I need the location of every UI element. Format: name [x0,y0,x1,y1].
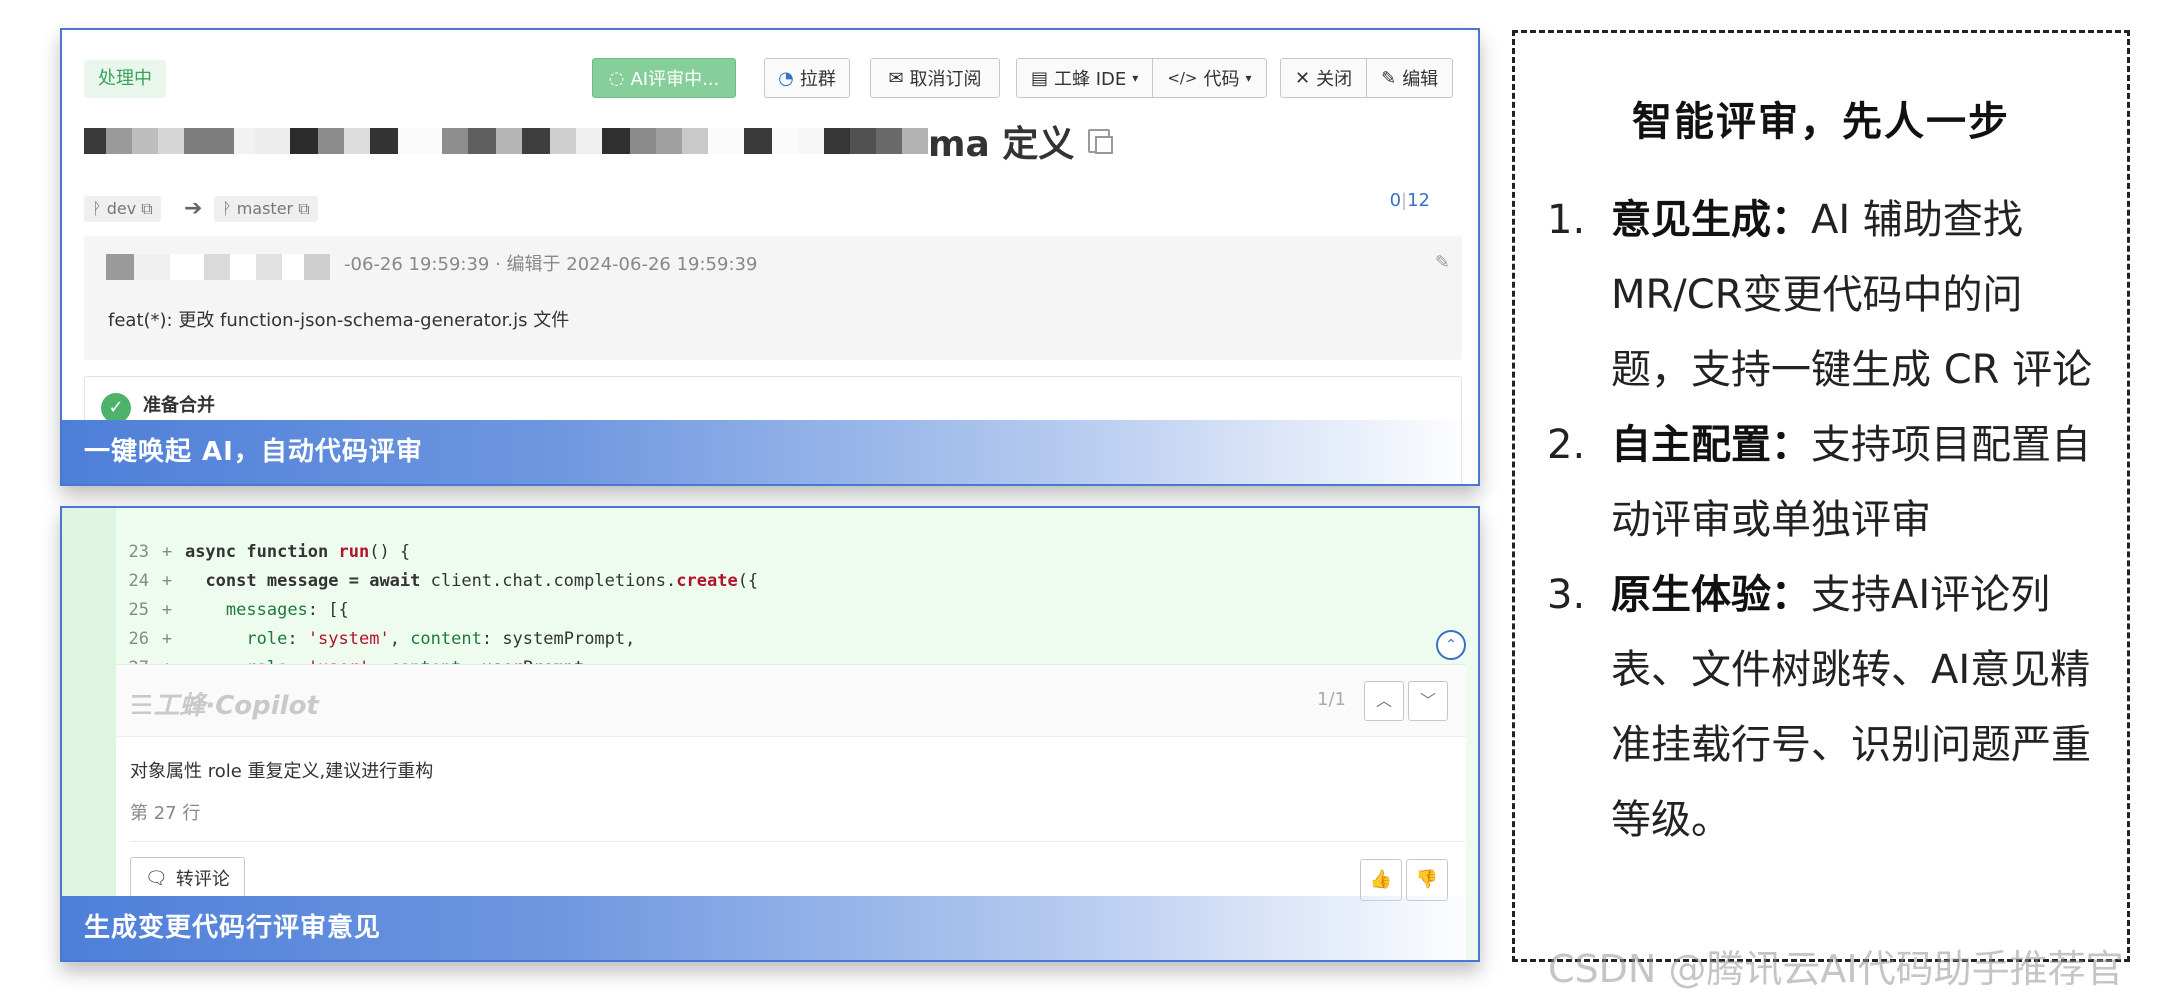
code-dropdown[interactable]: </> 代码 ▾ [1153,59,1265,97]
open-ide-dropdown[interactable]: ▤ 工蜂 IDE ▾ [1017,59,1154,97]
caret-down-icon: ▾ [1245,71,1252,85]
feature-title: 智能评审，先人一步 [1632,99,2010,145]
check-icon: ✓ [101,393,131,423]
divider [130,841,1466,842]
edit-icon[interactable]: ✎ [1435,252,1450,273]
thumbs-up-icon[interactable]: 👍 [1360,859,1402,901]
copilot-logo: ☰工蜂·Copilot [130,691,319,721]
chevron-up-icon[interactable]: ︿ [1364,681,1404,721]
caret-down-icon: ▾ [1132,71,1139,85]
feature-banner: 一键唤起 AI，自动代码评审 [62,420,1478,484]
edit-button[interactable]: ✎ 编辑 [1367,59,1452,97]
code-line: 25 + messages: [{ [128,600,349,620]
page-title: ma 定义 [84,116,1114,166]
unsubscribe-button[interactable]: ✉ 取消订阅 [870,58,1000,98]
chevron-down-icon[interactable]: ﹀ [1408,681,1448,721]
author-avatar [106,254,330,280]
create-group-button[interactable]: ◔ 拉群 [764,58,850,98]
code-icon: </> [1167,69,1198,87]
copilot-bot-icon[interactable]: ⌃ [1436,630,1466,660]
code-line: 27+ role: 'user', content: userPrompt [62,638,584,678]
close-edit-group: ✕ 关闭 ✎ 编辑 [1280,58,1454,98]
review-comment: 对象属性 role 重复定义,建议进行重构 [130,761,434,782]
feature-list: 1. 意见生成：AI 辅助查找 MR/CR变更代码中的问题，支持一键生成 CR 评… [1547,183,2097,858]
code-line: 23 + async function run() { [128,542,411,562]
arrow-right-icon: ➔ [184,196,203,221]
merge-title: 准备合并 [143,395,215,416]
merge-request-panel: 处理中 ◌ AI评审中... ◔ 拉群 ✉ 取消订阅 ▤ 工蜂 IDE ▾ </… [60,28,1480,486]
feature-description-box: 智能评审，先人一步 1. 意见生成：AI 辅助查找 MR/CR变更代码中的问题，支… [1512,30,2130,962]
close-button[interactable]: ✕ 关闭 [1281,59,1368,97]
convert-to-comment-button[interactable]: 🗨 转评论 [130,857,245,899]
review-pager: 1/1 [1317,689,1346,710]
ide-code-group: ▤ 工蜂 IDE ▾ </> 代码 ▾ [1016,58,1267,98]
review-line-number: 第 27 行 [130,803,201,824]
edit-icon: ✎ [1381,67,1397,89]
status-badge: 处理中 [84,60,166,98]
code-review-panel: 23 + async function run() { 24 + const mess… [60,506,1480,962]
review-header: ☰工蜂·Copilot 1/1 ︿ ﹀ [116,665,1466,737]
copy-icon[interactable] [1088,129,1114,154]
ai-review-button[interactable]: ◌ AI评审中... [592,58,736,98]
watermark: CSDN @腾讯云AI代码助手推荐官 [1548,947,2124,991]
source-branch[interactable]: ᚹ dev ⧉ [84,196,161,222]
timestamp: -06-26 19:59:39 · 编辑于 2024-06-26 19:59:3… [344,254,758,275]
code-line: 24 + const message = await client.chat.co… [128,571,759,591]
list-item: 2. 自主配置：支持项目配置自动评审或单独评审 [1547,422,2091,543]
copy-icon[interactable]: ⧉ [141,199,152,218]
ide-icon: ▤ [1031,67,1049,89]
comment-icon: 🗨 [145,867,168,889]
list-item: 3. 原生体验：支持AI评论列表、文件树跳转、AI意见精准挂载行号、识别问题严重等… [1547,572,2091,843]
thumbs-down-icon[interactable]: 👎 [1406,859,1448,901]
target-branch[interactable]: ᚹ master ⧉ [214,196,318,222]
title-text: ma 定义 [928,124,1075,165]
close-icon: ✕ [1295,67,1311,89]
mail-icon: ✉ [888,67,904,89]
code-line: 26 + role: 'system', content: systemPromp… [128,629,636,649]
copy-icon[interactable]: ⧉ [298,199,309,218]
spinner-icon: ◌ [608,67,625,89]
review-count[interactable]: 0|12 [1390,190,1430,211]
list-item: 1. 意见生成：AI 辅助查找 MR/CR变更代码中的问题，支持一键生成 CR 评… [1547,197,2093,393]
feature-banner: 生成变更代码行评审意见 [62,896,1478,960]
branch-icon: ᚹ [222,199,232,218]
branch-icon: ᚹ [92,199,102,218]
chat-icon: ◔ [778,67,794,89]
commit-message: feat(*): 更改 function-json-schema-generat… [108,310,570,331]
description-box: -06-26 19:59:39 · 编辑于 2024-06-26 19:59:3… [84,236,1462,360]
